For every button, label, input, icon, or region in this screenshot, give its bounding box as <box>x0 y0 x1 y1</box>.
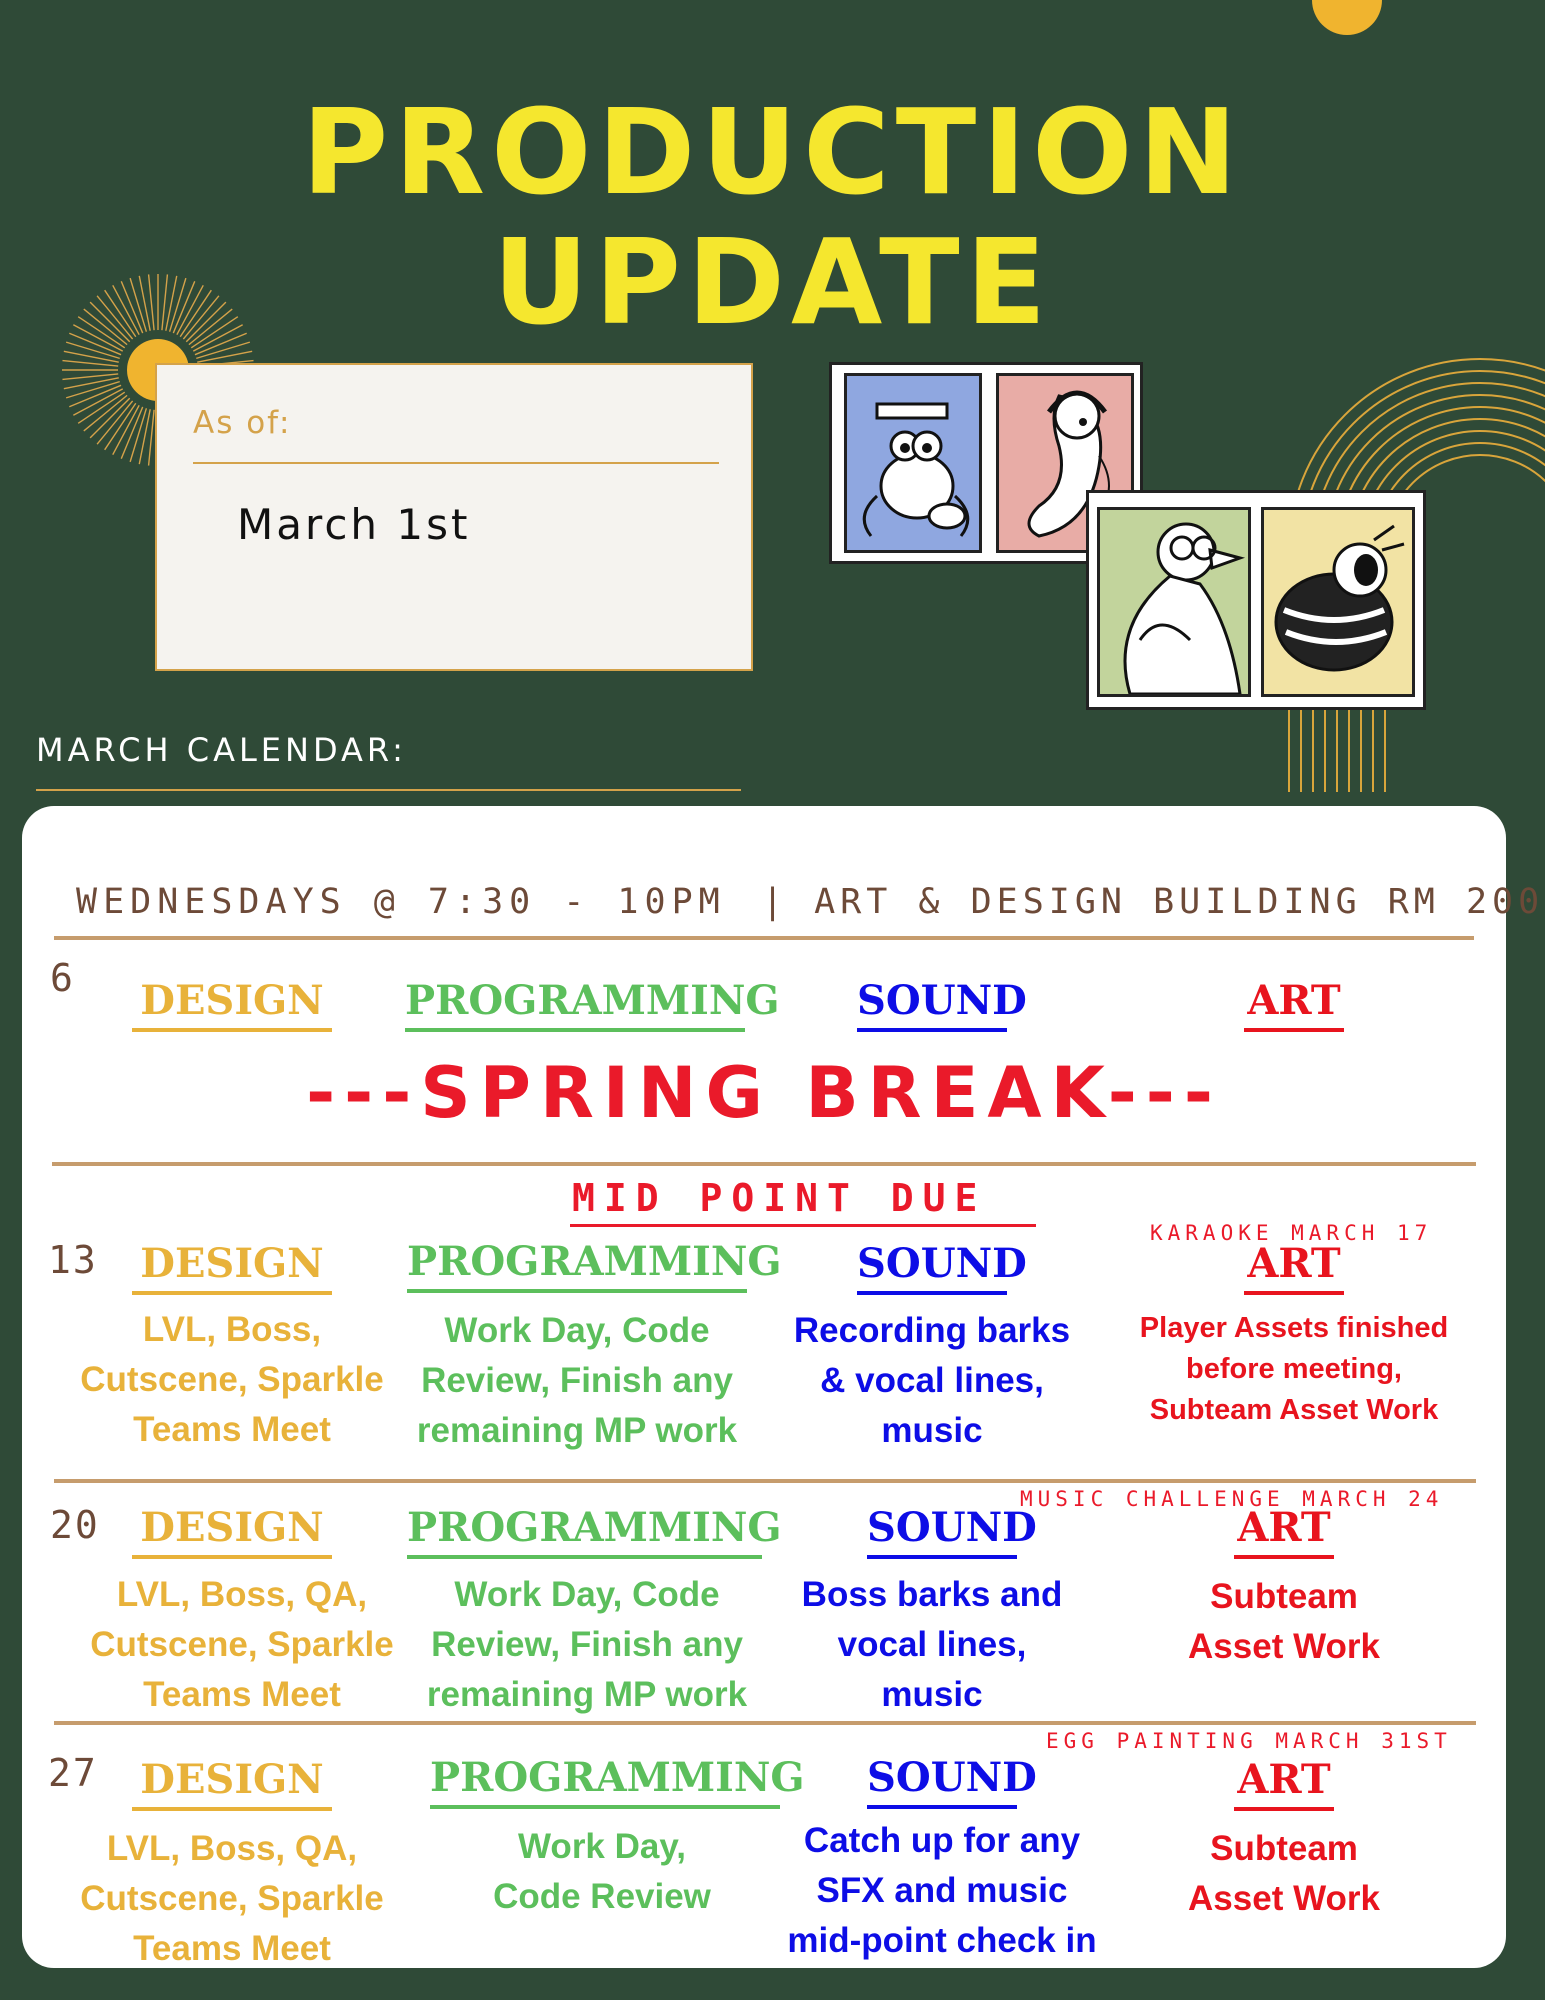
week-13-sound-heading: SOUND <box>857 1243 1027 1295</box>
mid-point-due-underline <box>570 1224 1036 1227</box>
week-13-sound-text: Recording barks & vocal lines, music <box>793 1311 1071 1450</box>
mid-point-due-notice: MID POINT DUE <box>572 1176 987 1220</box>
week-27-art-text: Subteam Asset Work <box>1188 1829 1380 1918</box>
bee-character-icon <box>1274 524 1405 672</box>
character-card-bottom <box>1086 490 1426 710</box>
week-20-design-heading: DESIGN <box>132 1507 332 1559</box>
header-divider <box>54 936 1474 940</box>
week-13-programming-heading: PROGRAMMING <box>407 1241 782 1293</box>
week-27-programming-text: Work Day, Code Review <box>493 1827 711 1916</box>
week-20-sound-heading: SOUND <box>867 1507 1037 1559</box>
as-of-card: As of: March 1st <box>155 363 753 671</box>
week-6-day: 6 <box>50 956 75 1000</box>
week-27-programming-heading: PROGRAMMING <box>430 1757 805 1809</box>
bee-panel <box>1261 507 1415 697</box>
sun-circle-top-icon <box>1312 0 1382 35</box>
schedule-time: WEDNESDAYS @ 7:30 - 10PM <box>76 882 726 922</box>
week-20-day: 20 <box>50 1503 100 1547</box>
music-challenge-event: MUSIC CHALLENGE MARCH 24 <box>1020 1487 1444 1511</box>
week-20-art-heading: ART <box>1234 1507 1334 1559</box>
as-of-label: As of: <box>193 405 292 441</box>
week-13-programming-text: Work Day, Code Review, Finish any remainin… <box>416 1311 738 1450</box>
week-6-sound-heading: SOUND <box>857 980 1027 1032</box>
week-27-sound-heading: SOUND <box>867 1757 1037 1809</box>
as-of-divider <box>193 462 719 464</box>
crab-panel <box>844 373 982 553</box>
schedule-location: | ART & DESIGN BUILDING RM 2001 <box>762 882 1545 922</box>
week-13-design-text: LVL, Boss, Cutscene, Sparkle Teams Meet <box>80 1310 384 1449</box>
as-of-date: March 1st <box>237 500 471 549</box>
calendar-panel: WEDNESDAYS @ 7:30 - 10PM | ART & DESIGN … <box>22 806 1545 1968</box>
week-20-design-text: LVL, Boss, QA, Cutscene, Sparkle Teams Mee… <box>90 1575 394 1714</box>
week-20-art-text: Subteam Asset Work <box>1188 1577 1380 1666</box>
week-13-design-heading: DESIGN <box>132 1243 332 1295</box>
week-13-divider <box>54 1479 1476 1483</box>
crab-character-icon <box>862 402 970 537</box>
week-27-sound-text: Catch up for any SFX and music mid-point c… <box>787 1821 1097 1960</box>
week-13-day: 13 <box>48 1238 98 1282</box>
week-6-art-heading: ART <box>1244 980 1344 1032</box>
week-13-art-text: Player Assets finished before meeting, Sub… <box>1139 1312 1449 1426</box>
week-6-divider <box>52 1162 1476 1166</box>
calendar-label-divider <box>36 789 741 791</box>
week-27-design-text: LVL, Boss, QA, Cutscene, Sparkle Teams Mee… <box>80 1829 384 1968</box>
calendar-label: MARCH CALENDAR: <box>36 731 407 769</box>
title-line-2: UPDATE <box>492 213 1053 351</box>
week-20-programming-text: Work Day, Code Review, Finish any remainin… <box>426 1575 748 1714</box>
week-27-art-heading: ART <box>1234 1759 1334 1811</box>
week-20-sound-text: Boss barks and vocal lines, music <box>801 1575 1063 1714</box>
title-line-1: PRODUCTION <box>301 83 1244 221</box>
week-6-programming-heading: PROGRAMMING <box>405 980 780 1032</box>
duck-character-icon <box>1123 522 1246 696</box>
egg-painting-event: EGG PAINTING MARCH 31ST <box>1046 1729 1452 1753</box>
duck-panel <box>1097 507 1251 697</box>
week-20-programming-heading: PROGRAMMING <box>407 1507 782 1559</box>
week-27-day: 27 <box>48 1751 98 1795</box>
week-27-design-heading: DESIGN <box>132 1759 332 1811</box>
week-6-design-heading: DESIGN <box>132 980 332 1032</box>
week-13-art-heading: ART <box>1244 1243 1344 1295</box>
spring-break-banner: ---SPRING BREAK--- <box>306 1052 1222 1134</box>
week-20-divider <box>54 1721 1476 1725</box>
